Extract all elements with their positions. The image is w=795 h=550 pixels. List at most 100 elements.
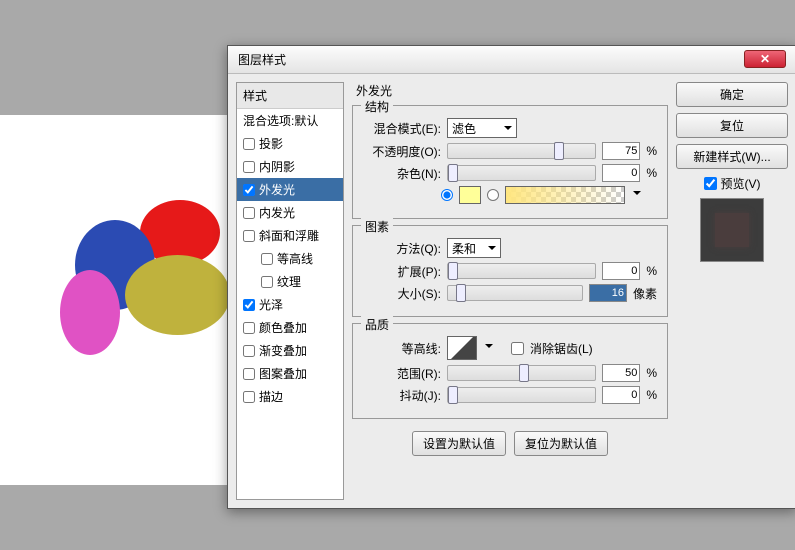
style-checkbox[interactable] bbox=[243, 299, 255, 311]
style-checkbox[interactable] bbox=[243, 322, 255, 334]
color-radio[interactable] bbox=[441, 189, 453, 201]
right-panel: 确定 复位 新建样式(W)... 预览(V) bbox=[676, 82, 788, 500]
style-checkbox[interactable] bbox=[243, 391, 255, 403]
opacity-slider[interactable] bbox=[447, 143, 596, 159]
range-unit: % bbox=[646, 366, 657, 380]
options-panel: 外发光 结构 混合模式(E): 滤色 不透明度(O): % 杂色(N): bbox=[352, 82, 668, 500]
chevron-down-icon[interactable] bbox=[485, 344, 493, 352]
style-item-内阴影[interactable]: 内阴影 bbox=[237, 155, 343, 178]
elements-legend: 图素 bbox=[361, 218, 393, 235]
antialias-checkbox[interactable] bbox=[511, 342, 524, 355]
style-item-纹理[interactable]: 纹理 bbox=[237, 270, 343, 293]
style-label: 颜色叠加 bbox=[259, 319, 307, 336]
style-item-斜面和浮雕[interactable]: 斜面和浮雕 bbox=[237, 224, 343, 247]
style-label: 投影 bbox=[259, 135, 283, 152]
quality-legend: 品质 bbox=[361, 316, 393, 333]
spread-slider[interactable] bbox=[447, 263, 596, 279]
elements-group: 图素 方法(Q): 柔和 扩展(P): % 大小(S): 像素 bbox=[352, 225, 668, 317]
technique-select[interactable]: 柔和 bbox=[447, 238, 501, 258]
style-checkbox[interactable] bbox=[243, 184, 255, 196]
structure-legend: 结构 bbox=[361, 98, 393, 115]
titlebar[interactable]: 图层样式 ✕ bbox=[228, 46, 795, 74]
style-label: 图案叠加 bbox=[259, 365, 307, 382]
jitter-input[interactable] bbox=[602, 386, 640, 404]
noise-slider[interactable] bbox=[447, 165, 596, 181]
noise-unit: % bbox=[646, 166, 657, 180]
new-style-button[interactable]: 新建样式(W)... bbox=[676, 144, 788, 169]
color-swatch[interactable] bbox=[459, 186, 481, 204]
opacity-label: 不透明度(O): bbox=[363, 143, 441, 160]
set-default-button[interactable]: 设置为默认值 bbox=[412, 431, 506, 456]
style-checkbox[interactable] bbox=[261, 253, 273, 265]
opacity-input[interactable] bbox=[602, 142, 640, 160]
style-item-描边[interactable]: 描边 bbox=[237, 385, 343, 408]
size-unit: 像素 bbox=[633, 285, 657, 302]
size-input[interactable] bbox=[589, 284, 627, 302]
size-label: 大小(S): bbox=[363, 285, 441, 302]
structure-group: 结构 混合模式(E): 滤色 不透明度(O): % 杂色(N): % bbox=[352, 105, 668, 219]
size-slider[interactable] bbox=[447, 285, 583, 301]
style-label: 渐变叠加 bbox=[259, 342, 307, 359]
cancel-button[interactable]: 复位 bbox=[676, 113, 788, 138]
style-item-光泽[interactable]: 光泽 bbox=[237, 293, 343, 316]
style-checkbox[interactable] bbox=[261, 276, 273, 288]
reset-default-button[interactable]: 复位为默认值 bbox=[514, 431, 608, 456]
style-item-内发光[interactable]: 内发光 bbox=[237, 201, 343, 224]
antialias-label: 消除锯齿(L) bbox=[530, 340, 593, 357]
style-item-投影[interactable]: 投影 bbox=[237, 132, 343, 155]
style-item-图案叠加[interactable]: 图案叠加 bbox=[237, 362, 343, 385]
canvas-shape bbox=[125, 255, 230, 335]
contour-label: 等高线: bbox=[363, 340, 441, 357]
style-label: 纹理 bbox=[277, 273, 301, 290]
style-checkbox[interactable] bbox=[243, 207, 255, 219]
preview-checkbox[interactable] bbox=[704, 177, 717, 190]
style-label: 内发光 bbox=[259, 204, 295, 221]
style-checkbox[interactable] bbox=[243, 161, 255, 173]
canvas bbox=[0, 115, 230, 485]
spread-unit: % bbox=[646, 264, 657, 278]
canvas-shape bbox=[60, 270, 120, 355]
style-checkbox[interactable] bbox=[243, 345, 255, 357]
contour-picker[interactable] bbox=[447, 336, 477, 360]
dialog-title: 图层样式 bbox=[238, 51, 286, 68]
range-slider[interactable] bbox=[447, 365, 596, 381]
opacity-unit: % bbox=[646, 144, 657, 158]
preview-box bbox=[700, 198, 764, 262]
styles-header: 样式 bbox=[237, 83, 343, 109]
chevron-down-icon[interactable] bbox=[633, 191, 641, 199]
style-label: 斜面和浮雕 bbox=[259, 227, 319, 244]
gradient-radio[interactable] bbox=[487, 189, 499, 201]
style-label: 内阴影 bbox=[259, 158, 295, 175]
blend-options-row[interactable]: 混合选项:默认 bbox=[237, 109, 343, 132]
quality-group: 品质 等高线: 消除锯齿(L) 范围(R): % 抖动(J): bbox=[352, 323, 668, 419]
style-label: 外发光 bbox=[259, 181, 295, 198]
range-input[interactable] bbox=[602, 364, 640, 382]
style-checkbox[interactable] bbox=[243, 230, 255, 242]
jitter-unit: % bbox=[646, 388, 657, 402]
styles-list: 样式 混合选项:默认 投影内阴影外发光内发光斜面和浮雕等高线纹理光泽颜色叠加渐变… bbox=[236, 82, 344, 500]
style-label: 光泽 bbox=[259, 296, 283, 313]
style-checkbox[interactable] bbox=[243, 368, 255, 380]
style-label: 描边 bbox=[259, 388, 283, 405]
style-item-等高线[interactable]: 等高线 bbox=[237, 247, 343, 270]
blend-mode-select[interactable]: 滤色 bbox=[447, 118, 517, 138]
technique-label: 方法(Q): bbox=[363, 240, 441, 257]
layer-style-dialog: 图层样式 ✕ 样式 混合选项:默认 投影内阴影外发光内发光斜面和浮雕等高线纹理光… bbox=[227, 45, 795, 509]
preview-toggle[interactable]: 预览(V) bbox=[676, 175, 788, 192]
style-checkbox[interactable] bbox=[243, 138, 255, 150]
panel-title: 外发光 bbox=[352, 82, 668, 99]
close-button[interactable]: ✕ bbox=[744, 50, 786, 68]
gradient-picker[interactable] bbox=[505, 186, 625, 204]
jitter-label: 抖动(J): bbox=[363, 387, 441, 404]
blend-mode-label: 混合模式(E): bbox=[363, 120, 441, 137]
style-item-外发光[interactable]: 外发光 bbox=[237, 178, 343, 201]
spread-label: 扩展(P): bbox=[363, 263, 441, 280]
style-item-颜色叠加[interactable]: 颜色叠加 bbox=[237, 316, 343, 339]
jitter-slider[interactable] bbox=[447, 387, 596, 403]
spread-input[interactable] bbox=[602, 262, 640, 280]
noise-label: 杂色(N): bbox=[363, 165, 441, 182]
style-item-渐变叠加[interactable]: 渐变叠加 bbox=[237, 339, 343, 362]
noise-input[interactable] bbox=[602, 164, 640, 182]
style-label: 等高线 bbox=[277, 250, 313, 267]
ok-button[interactable]: 确定 bbox=[676, 82, 788, 107]
